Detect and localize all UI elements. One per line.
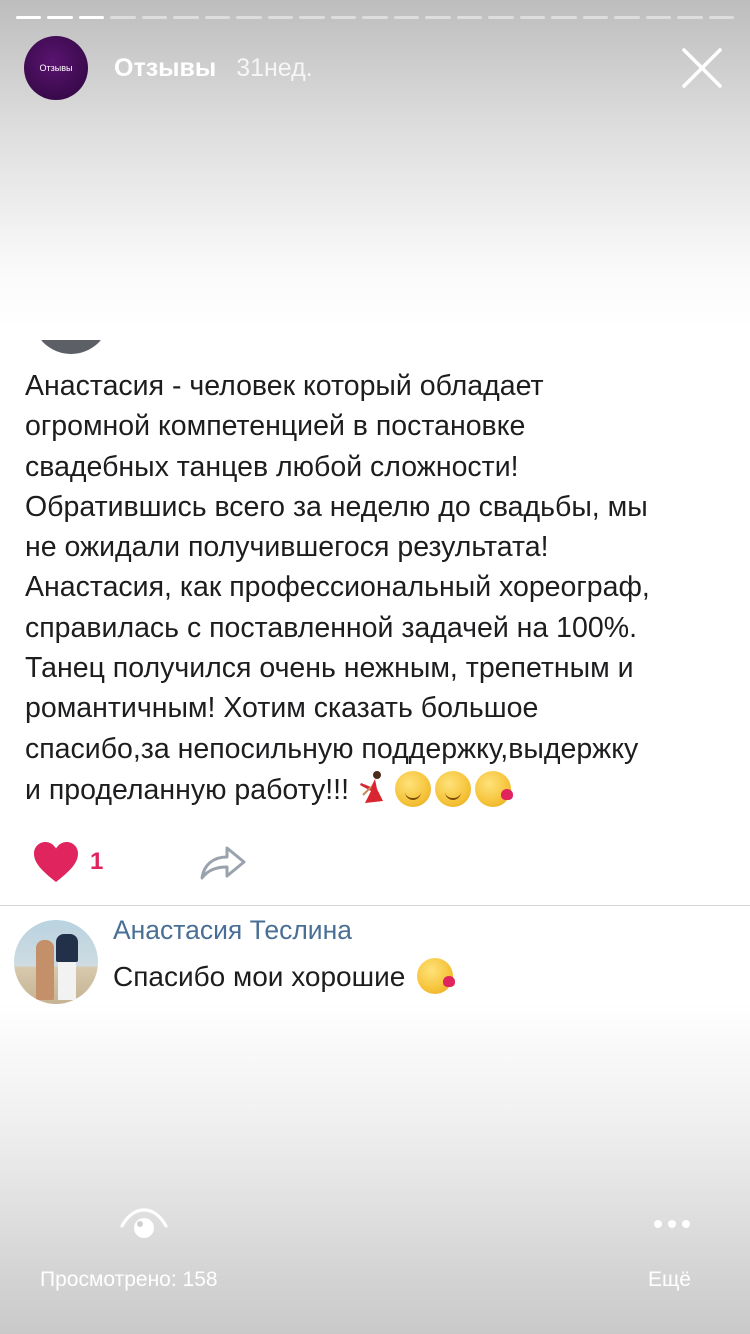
smiling-face-emoji (435, 770, 472, 807)
smiling-face-emoji (395, 770, 432, 807)
story-progress-segment (582, 16, 609, 19)
dancer-emoji (360, 770, 384, 803)
more-button[interactable]: Ещё (640, 1200, 704, 1300)
views-count-label: Просмотрено: 158 (40, 1268, 218, 1291)
story-progress-segment (47, 16, 73, 19)
close-button[interactable] (678, 44, 726, 92)
story-progress-segment (16, 16, 42, 19)
story-progress-segment (78, 16, 105, 19)
more-label: Ещё (648, 1268, 691, 1291)
story-progress-segment (173, 16, 199, 19)
story-progress-segment (456, 16, 483, 19)
avatar-text: Отзывы (39, 63, 73, 73)
post-actions: 1 (32, 838, 246, 886)
story-progress-segment (645, 16, 672, 19)
views-button[interactable]: Просмотрено: 158 (40, 1200, 260, 1300)
story-progress-segment (330, 16, 357, 19)
face-blowing-kiss-emoji (475, 770, 514, 807)
comment-body: Спасибо мои хорошие (113, 961, 406, 992)
story-progress-segment (551, 16, 577, 19)
story-progress-segment (519, 16, 546, 19)
account-name[interactable]: Отзывы (114, 54, 216, 83)
review-post-text: Анастасия - человек который обладает огр… (25, 366, 725, 810)
close-icon (682, 48, 722, 88)
story-progress-segment (204, 16, 231, 19)
eye-icon (120, 1208, 168, 1238)
story-progress-segment (614, 16, 640, 19)
like-count: 1 (90, 848, 104, 875)
story-progress-segment (393, 16, 420, 19)
more-dots-icon (654, 1220, 690, 1228)
story-progress-segment (141, 16, 168, 19)
story-header: Отзывы Отзывы 31нед. (24, 36, 726, 100)
cropped-profile-photo (32, 300, 110, 354)
share-arrow-icon[interactable] (198, 840, 248, 884)
story-progress-segment (110, 16, 136, 19)
story-progress-bar (16, 16, 735, 20)
story-progress-segment (299, 16, 325, 19)
divider (0, 905, 750, 906)
commenter-avatar[interactable] (14, 920, 98, 1004)
story-progress-segment (677, 16, 703, 19)
heart-icon[interactable] (32, 840, 80, 884)
story-progress-segment (488, 16, 514, 19)
face-blowing-kiss-emoji (417, 958, 456, 994)
review-text-body: Анастасия - человек который обладает огр… (25, 370, 650, 806)
account-avatar[interactable]: Отзывы (24, 36, 88, 100)
comment-author[interactable]: Анастасия Теслина (113, 915, 352, 946)
story-progress-segment (236, 16, 262, 19)
story-progress-segment (425, 16, 451, 19)
story-progress-segment (362, 16, 388, 19)
comment-text: Спасибо мои хорошие (113, 958, 456, 994)
story-progress-segment (708, 16, 735, 19)
story-progress-segment (267, 16, 294, 19)
story-timestamp: 31нед. (236, 53, 313, 82)
